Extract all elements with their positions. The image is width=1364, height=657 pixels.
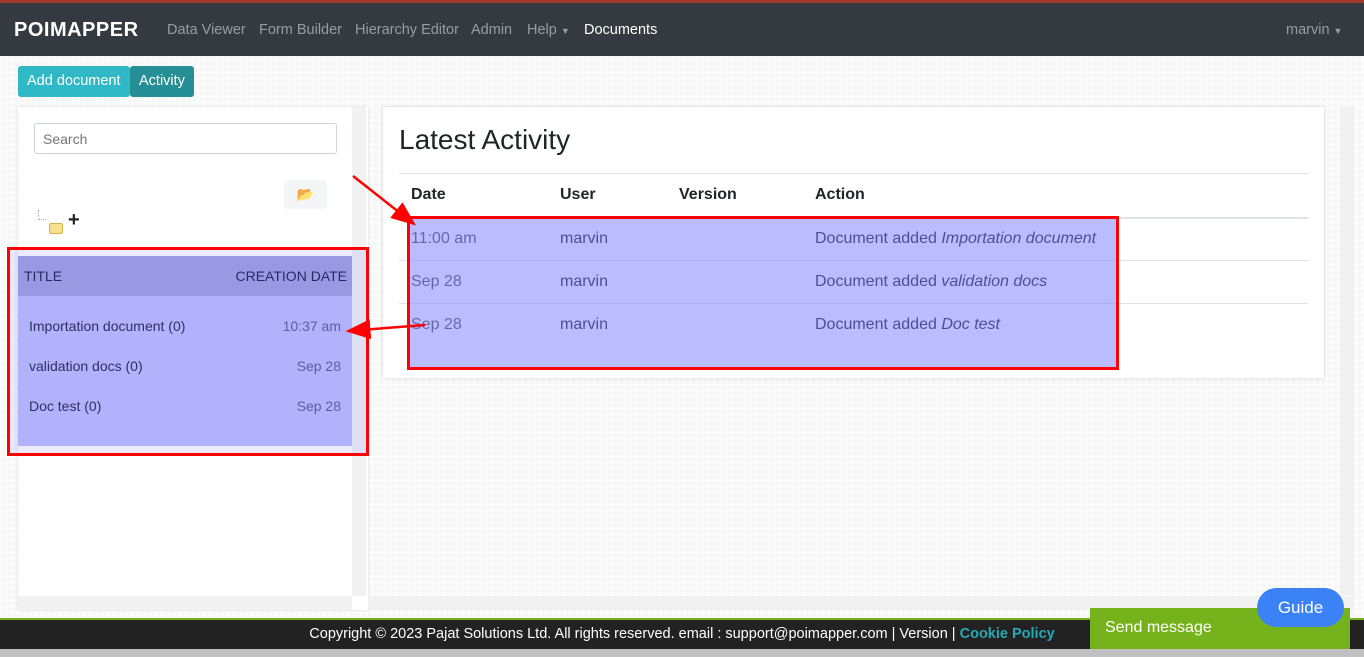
copyright-text: Copyright © 2023 Pajat Solutions Ltd. Al…	[309, 626, 960, 642]
arrow-to-activity	[352, 175, 416, 226]
guide-button[interactable]: Guide	[1257, 588, 1344, 627]
page-horizontal-scrollbar[interactable]	[0, 649, 1364, 657]
annotation-arrows	[345, 175, 426, 340]
cookie-policy-link[interactable]: Cookie Policy	[960, 626, 1055, 642]
arrow-to-document	[345, 319, 426, 340]
